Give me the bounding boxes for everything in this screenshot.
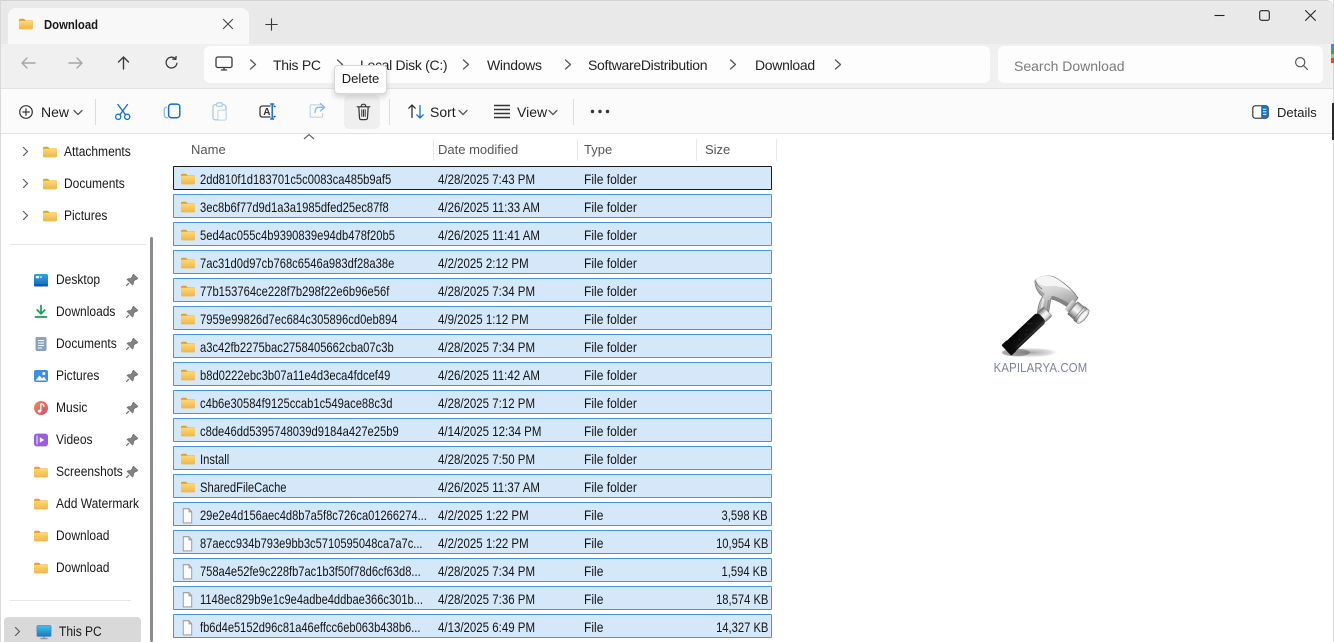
svg-text:A: A [263, 107, 270, 118]
